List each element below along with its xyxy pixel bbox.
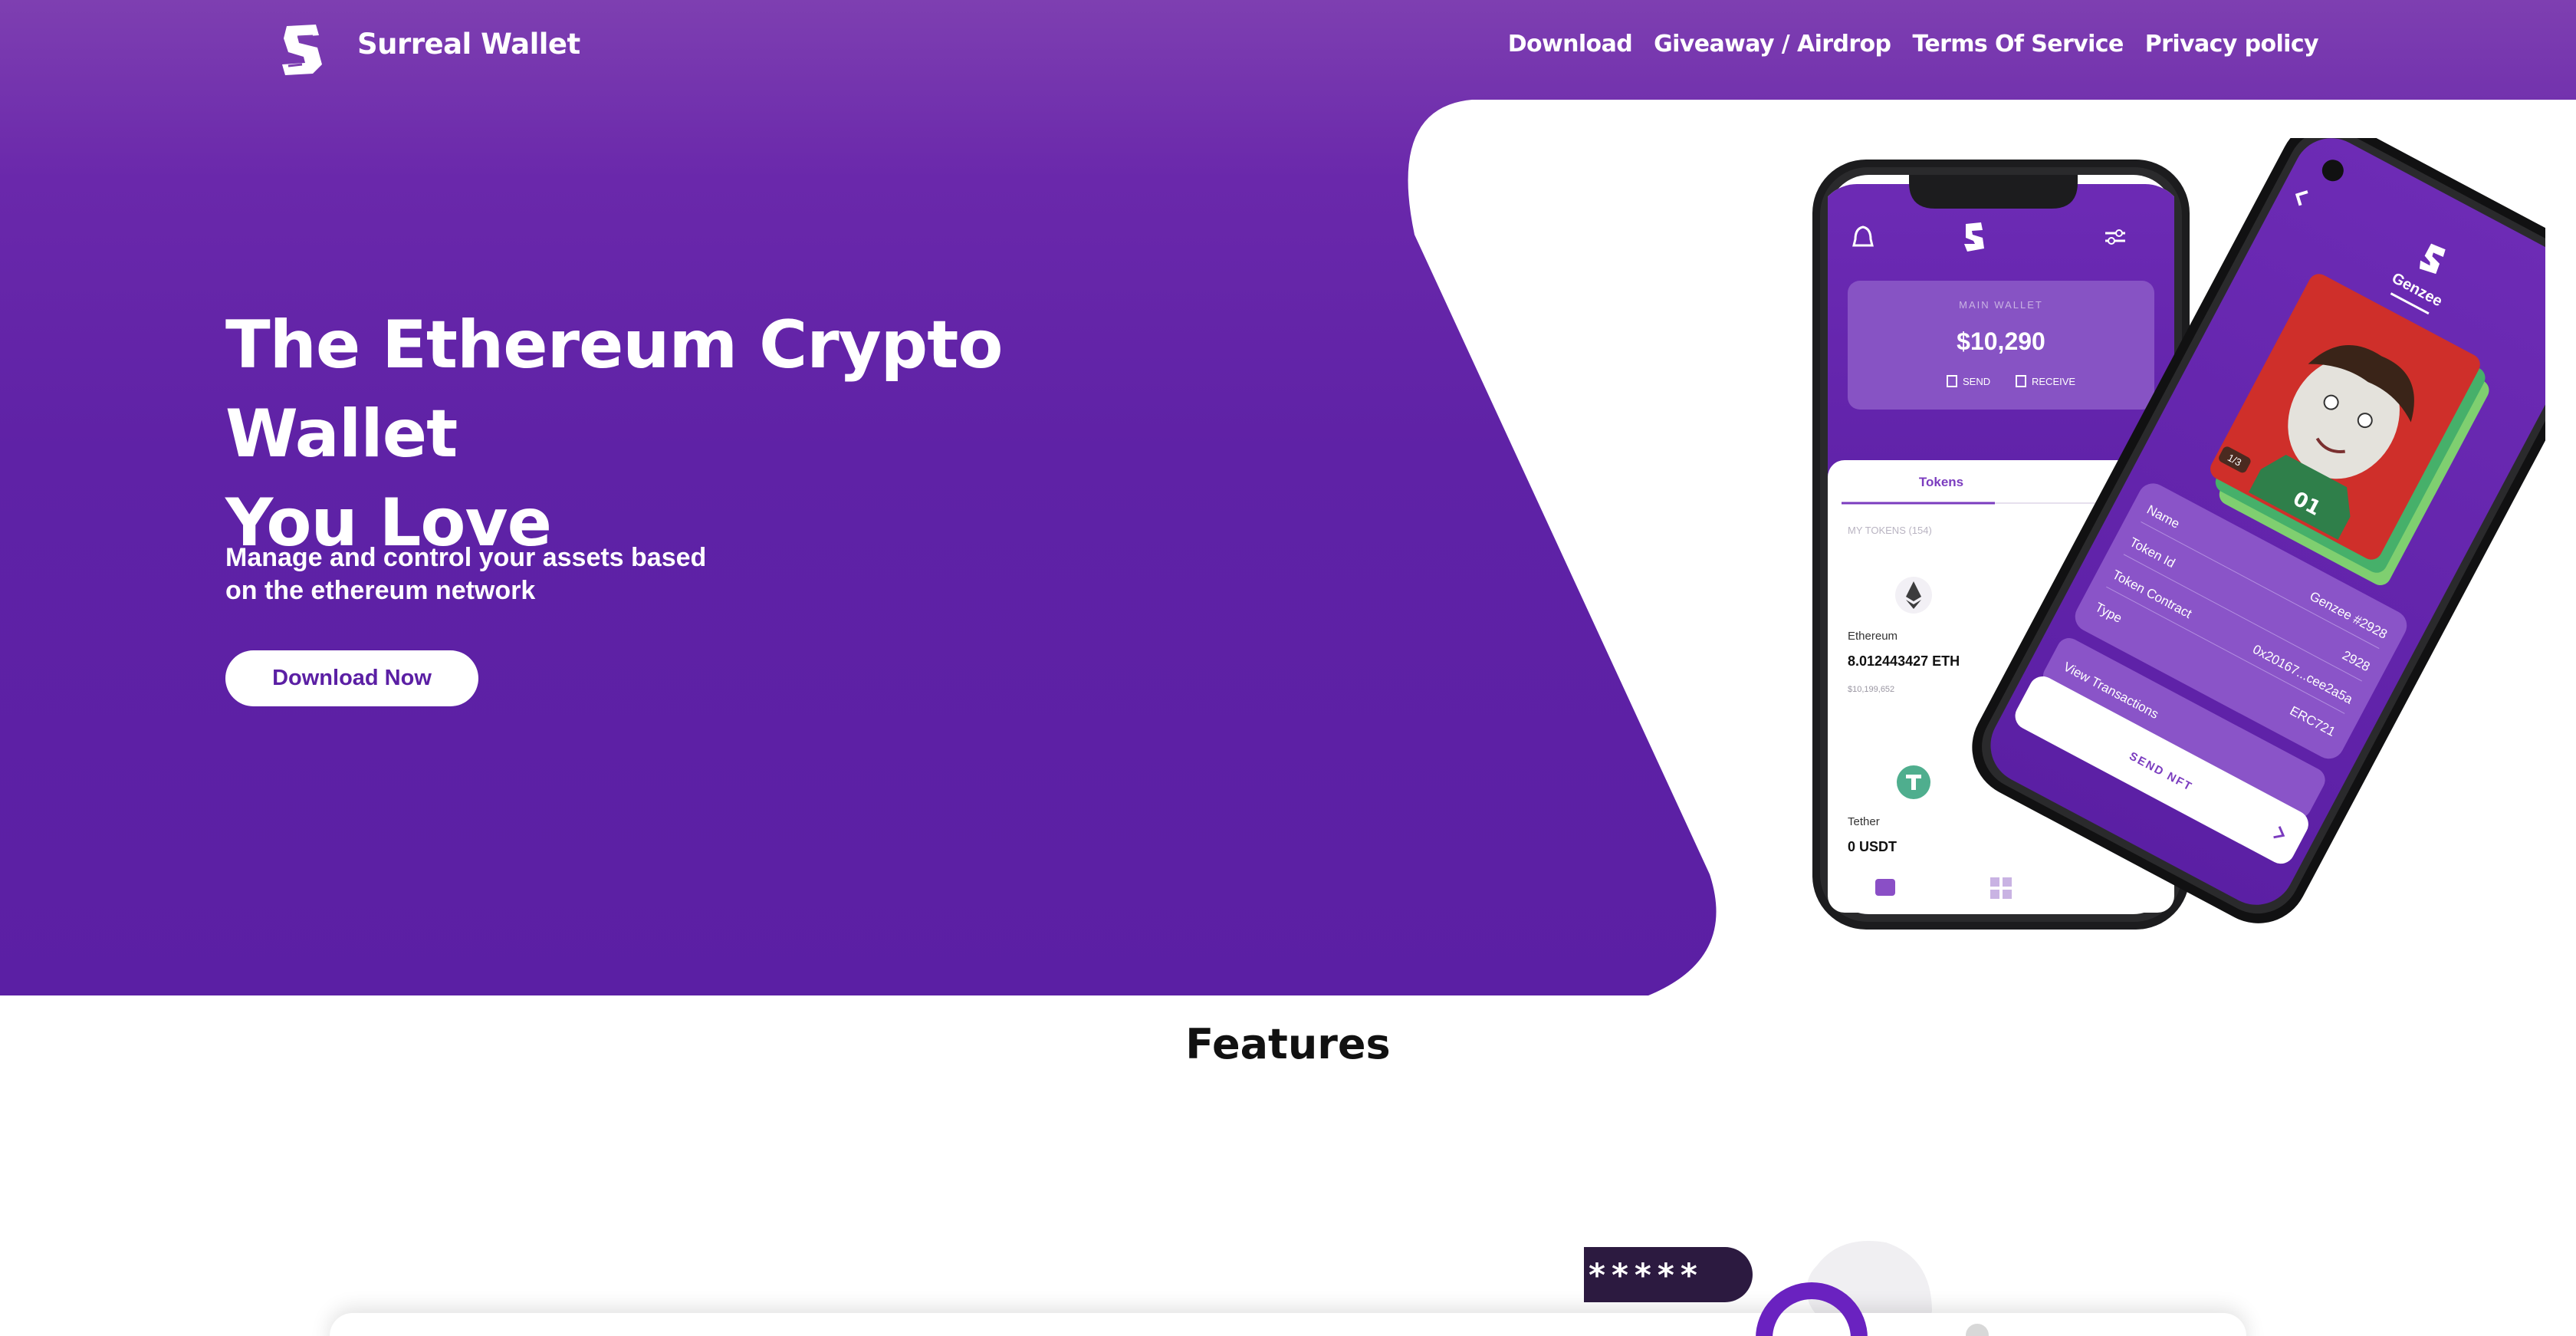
my-tokens-label: MY TOKENS (154) — [1848, 525, 1932, 536]
hero-subtitle-line-1: Manage and control your assets based — [225, 543, 707, 572]
wallet-balance: $10,290 — [1957, 327, 2045, 355]
feature-card-heading-fragment — [258, 1316, 365, 1336]
hero-title: The Ethereum Crypto Wallet You Love — [225, 301, 1145, 568]
phone-mockups: MAIN WALLET $10,290 SEND RECEIVE Tokens … — [1812, 138, 2545, 930]
nav-link-download[interactable]: Download — [1508, 31, 1633, 58]
token-ethereum-amount: 8.012443427 ETH — [1848, 653, 1960, 669]
feature-card — [330, 1313, 2246, 1336]
hero-title-line-1: The Ethereum Crypto Wallet — [225, 307, 1003, 472]
token-tether-amount: 0 USDT — [1848, 839, 1897, 854]
nav-link-privacy[interactable]: Privacy policy — [2145, 31, 2319, 58]
nav-link-terms[interactable]: Terms Of Service — [1912, 31, 2124, 58]
notch — [1909, 175, 2078, 209]
tab-tokens[interactable]: Tokens — [1919, 475, 1963, 489]
brand-name[interactable]: Surreal Wallet — [357, 28, 580, 61]
token-ethereum-value: $10,199,652 — [1848, 685, 1894, 694]
top-navigation: Surreal Wallet Download Giveaway / Airdr… — [0, 0, 2576, 98]
token-ethereum-name: Ethereum — [1848, 630, 1898, 643]
features-heading: Features — [1185, 1020, 1391, 1068]
wallet-tab-icon[interactable] — [1875, 879, 1895, 896]
hero-subtitle-line-2: on the ethereum network — [225, 576, 536, 605]
ethereum-icon — [1895, 577, 1932, 614]
main-wallet-label: MAIN WALLET — [1959, 299, 2043, 311]
tether-icon — [1897, 765, 1930, 799]
receive-label[interactable]: RECEIVE — [2032, 376, 2075, 387]
nav-links: Download Giveaway / Airdrop Terms Of Ser… — [1508, 31, 2319, 58]
send-label[interactable]: SEND — [1963, 376, 1990, 387]
token-tether-name: Tether — [1848, 815, 1880, 828]
surreal-logo-icon[interactable] — [279, 21, 327, 77]
download-now-button[interactable]: Download Now — [225, 650, 478, 706]
password-mask-pill: ***** — [1584, 1247, 1753, 1302]
hero-subtitle: Manage and control your assets based on … — [225, 541, 777, 607]
nav-link-giveaway[interactable]: Giveaway / Airdrop — [1654, 31, 1891, 58]
